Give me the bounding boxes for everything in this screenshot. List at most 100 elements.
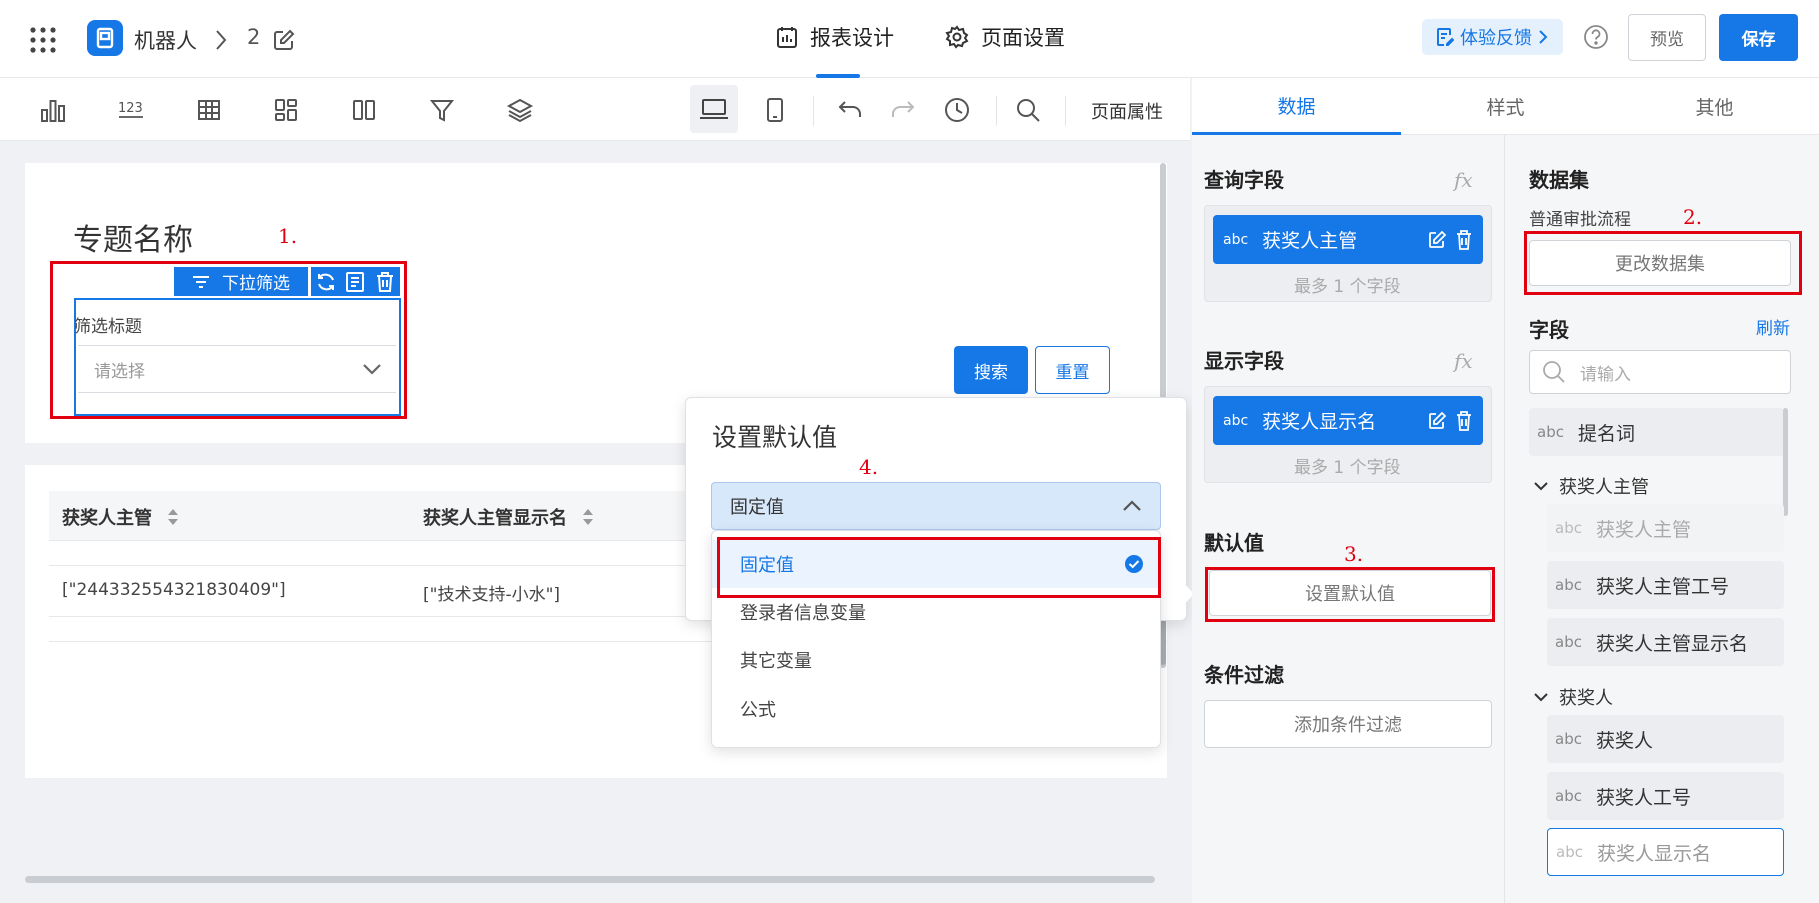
edit-icon[interactable] [272,28,296,52]
page-title[interactable]: 专题名称 [73,215,193,259]
tab-page-settings[interactable]: 页面设置 [945,22,1065,52]
edit-icon[interactable] [1427,411,1447,431]
option-label: 固定值 [740,555,794,576]
sort-icon[interactable] [166,506,180,528]
app-grid-icon[interactable] [30,27,56,53]
columns-icon[interactable] [350,96,378,124]
option-fixed-value[interactable]: 固定值 [712,540,1160,588]
trash-icon[interactable] [1455,410,1473,431]
field-group-header[interactable]: 获奖人主管 [1533,473,1649,499]
bar-chart-icon[interactable] [39,96,67,124]
undo-icon[interactable] [836,96,864,124]
filter-tag-label: 下拉筛选 [222,274,290,294]
save-button[interactable]: 保存 [1719,14,1798,61]
field-item[interactable]: abc 提名词 [1529,408,1784,456]
fx-icon[interactable]: fx [1454,349,1473,373]
option-login-variable[interactable]: 登录者信息变量 [712,588,1160,636]
help-icon[interactable] [1583,24,1609,50]
refresh-icon[interactable] [315,271,337,293]
add-condition-button[interactable]: 添加条件过滤 [1204,700,1492,748]
fx-icon[interactable]: fx [1454,168,1473,192]
feedback-icon [1436,27,1454,47]
chevron-up-icon [1122,500,1142,512]
group-label: 获奖人 [1559,688,1613,709]
query-field-chip[interactable]: abc 获奖人主管 [1213,215,1483,264]
option-label: 其它变量 [740,651,812,672]
refresh-link[interactable]: 刷新 [1756,314,1790,339]
panel-tab-other[interactable]: 其他 [1610,78,1819,135]
trash-icon[interactable] [1455,229,1473,250]
abc-type-label: abc [1555,576,1582,594]
field-scrollbar-thumb[interactable] [1783,408,1788,516]
field-group-header[interactable]: 获奖人 [1533,684,1613,710]
desktop-view-button[interactable] [690,85,738,133]
search-icon[interactable] [1014,96,1042,124]
filter-widget[interactable]: 筛选标题 请选择 [74,298,401,416]
select-placeholder: 请选择 [94,361,145,382]
edit-icon[interactable] [1427,230,1447,250]
filter-icon[interactable] [428,96,456,124]
display-field-chip[interactable]: abc 获奖人显示名 [1213,396,1483,445]
default-type-select[interactable]: 固定值 [711,482,1161,530]
option-label: 公式 [740,700,776,721]
field-label: 获奖人工号 [1595,786,1691,809]
panel-tab-style[interactable]: 样式 [1401,78,1610,135]
abc-type-label: abc [1537,423,1564,441]
filter-widget-tag[interactable]: 下拉筛选 [174,267,308,296]
number-card-icon[interactable]: 123 [117,96,145,124]
sort-icon[interactable] [581,506,595,528]
mobile-view-icon[interactable] [761,96,789,124]
option-formula[interactable]: 公式 [712,685,1160,733]
redo-icon[interactable] [889,96,917,124]
filter-lines-icon [192,275,210,289]
popover-title: 设置默认值 [712,423,838,452]
table-icon[interactable] [195,96,223,124]
horizontal-scrollbar[interactable] [25,876,1155,883]
abc-type-label: abc [1555,730,1582,748]
column-header[interactable]: 获奖人主管显示名 [423,504,595,530]
layers-icon[interactable] [506,96,534,124]
set-default-value-button[interactable]: 设置默认值 [1209,570,1491,616]
page-properties-link[interactable]: 页面属性 [1091,98,1163,124]
field-item-selected[interactable]: abc 获奖人显示名 [1547,828,1784,876]
feedback-button[interactable]: 体验反馈 [1422,19,1563,55]
column-header[interactable]: 获奖人主管 [62,504,180,530]
copy-icon[interactable] [344,271,366,293]
page-number: 2 [247,25,261,49]
tab-label: 样式 [1486,96,1525,119]
table-cell: ["244332554321830409"] [62,580,286,600]
layout-grid-icon[interactable] [272,96,300,124]
panel-tab-data[interactable]: 数据 [1192,78,1401,135]
trash-icon[interactable] [374,271,396,293]
change-dataset-button[interactable]: 更改数据集 [1529,240,1791,286]
filter-select[interactable]: 请选择 [78,345,396,393]
field-item[interactable]: abc 获奖人主管工号 [1547,561,1784,609]
preview-button[interactable]: 预览 [1628,14,1706,61]
tab-label: 其他 [1695,96,1734,119]
app-name[interactable]: 机器人 [134,25,197,55]
field-label: 获奖人主管 [1595,518,1691,541]
field-item[interactable]: abc 获奖人工号 [1547,772,1784,820]
abc-type-label: abc [1555,633,1582,651]
condition-filter-title: 条件过滤 [1204,663,1284,687]
option-label: 登录者信息变量 [740,603,866,624]
field-label: 获奖人主管工号 [1595,575,1729,598]
field-item[interactable]: abc 获奖人 [1547,715,1784,763]
field-search-input[interactable]: 请输入 [1529,350,1791,394]
search-button[interactable]: 搜索 [954,346,1028,394]
group-label: 获奖人主管 [1559,477,1649,498]
annotation-label-1: 1. [278,224,298,248]
field-item[interactable]: abc 获奖人主管显示名 [1547,618,1784,666]
option-other-variable[interactable]: 其它变量 [712,636,1160,684]
history-clock-icon[interactable] [943,96,971,124]
tab-report-design[interactable]: 报表设计 [776,22,894,52]
reset-button[interactable]: 重置 [1035,346,1110,394]
field-label: 提名词 [1577,422,1635,445]
abc-type-label: abc [1556,843,1583,861]
default-value-title: 默认值 [1204,531,1264,555]
column-header-label: 获奖人主管 [62,508,152,529]
field-label: 获奖人主管显示名 [1595,632,1748,655]
dataset-title: 数据集 [1529,168,1589,192]
divider [996,96,997,126]
app-logo-icon [87,20,123,56]
